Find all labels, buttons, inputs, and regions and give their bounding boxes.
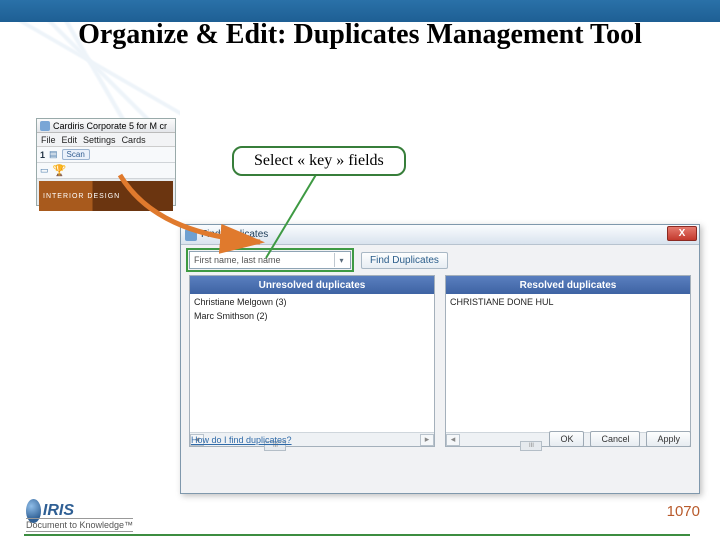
footer-divider bbox=[24, 534, 690, 536]
brand-tagline: Document to Knowledge™ bbox=[26, 518, 133, 532]
unresolved-header: Unresolved duplicates bbox=[190, 276, 434, 294]
thumb-menu-edit[interactable]: Edit bbox=[62, 135, 78, 145]
resolved-list[interactable]: CHRISTIANE DONE HUL bbox=[446, 294, 690, 432]
thumb-menubar: File Edit Settings Cards bbox=[37, 133, 175, 147]
dialog-title-text: Find duplicates bbox=[201, 229, 268, 240]
combo-value: First name, last name bbox=[194, 255, 281, 265]
cancel-button[interactable]: Cancel bbox=[590, 431, 640, 447]
page-number: 1070 bbox=[667, 503, 700, 520]
thumb-menu-settings[interactable]: Settings bbox=[83, 135, 116, 145]
app-thumbnail: Cardiris Corporate 5 for M cr File Edit … bbox=[36, 118, 176, 206]
thumb-menu-file[interactable]: File bbox=[41, 135, 56, 145]
key-fields-row: First name, last name ▾ Find Duplicates bbox=[189, 251, 691, 269]
unresolved-pane: Unresolved duplicates Christiane Melgown… bbox=[189, 275, 435, 447]
list-item[interactable]: CHRISTIANE DONE HUL bbox=[450, 296, 686, 310]
thumb-toolbar-row: 1 ▤ Scan bbox=[37, 147, 175, 163]
chevron-down-icon: ▾ bbox=[334, 253, 348, 267]
find-duplicates-dialog: Find duplicates X First name, last name … bbox=[180, 224, 700, 494]
ok-button[interactable]: OK bbox=[549, 431, 584, 447]
page-title: Organize & Edit: Duplicates Management T… bbox=[0, 18, 720, 52]
thumb-titlebar: Cardiris Corporate 5 for M cr bbox=[37, 119, 175, 133]
app-icon bbox=[40, 121, 50, 131]
thumb-business-card: INTERIOR DESIGN bbox=[39, 181, 173, 211]
unresolved-list[interactable]: Christiane Melgown (3) Marc Smithson (2) bbox=[190, 294, 434, 432]
scroll-left-icon[interactable]: ◂ bbox=[446, 434, 460, 446]
dialog-icon bbox=[185, 229, 197, 241]
apply-button[interactable]: Apply bbox=[646, 431, 691, 447]
list-item[interactable]: Marc Smithson (2) bbox=[194, 310, 430, 324]
find-duplicates-button[interactable]: Find Duplicates bbox=[361, 252, 448, 269]
callout-select-key-fields: Select « key » fields bbox=[232, 146, 406, 176]
help-link[interactable]: How do I find duplicates? bbox=[191, 435, 292, 445]
scan-button[interactable]: Scan bbox=[62, 149, 90, 160]
dialog-button-row: OK Cancel Apply bbox=[549, 431, 691, 447]
resolved-pane: Resolved duplicates CHRISTIANE DONE HUL … bbox=[445, 275, 691, 447]
close-button[interactable]: X bbox=[667, 226, 697, 241]
thumb-toolbar-row2: ▭ 🏆 bbox=[37, 163, 175, 179]
close-icon: X bbox=[679, 228, 686, 239]
scroll-thumb[interactable]: III bbox=[520, 441, 542, 451]
thumb-card-caption: INTERIOR DESIGN bbox=[43, 193, 120, 200]
card-icon: ▭ bbox=[40, 165, 49, 176]
scanner-icon: ▤ bbox=[49, 149, 58, 160]
trophy-icon[interactable]: 🏆 bbox=[53, 164, 67, 177]
list-item[interactable]: Christiane Melgown (3) bbox=[194, 296, 430, 310]
thumb-window-title: Cardiris Corporate 5 for M cr bbox=[53, 121, 167, 131]
scroll-right-icon[interactable]: ▸ bbox=[420, 434, 434, 446]
key-fields-combo[interactable]: First name, last name ▾ bbox=[189, 251, 351, 269]
thumb-step-number: 1 bbox=[40, 150, 45, 160]
dialog-titlebar: Find duplicates X bbox=[181, 225, 699, 245]
thumb-menu-cards[interactable]: Cards bbox=[122, 135, 146, 145]
resolved-header: Resolved duplicates bbox=[446, 276, 690, 294]
